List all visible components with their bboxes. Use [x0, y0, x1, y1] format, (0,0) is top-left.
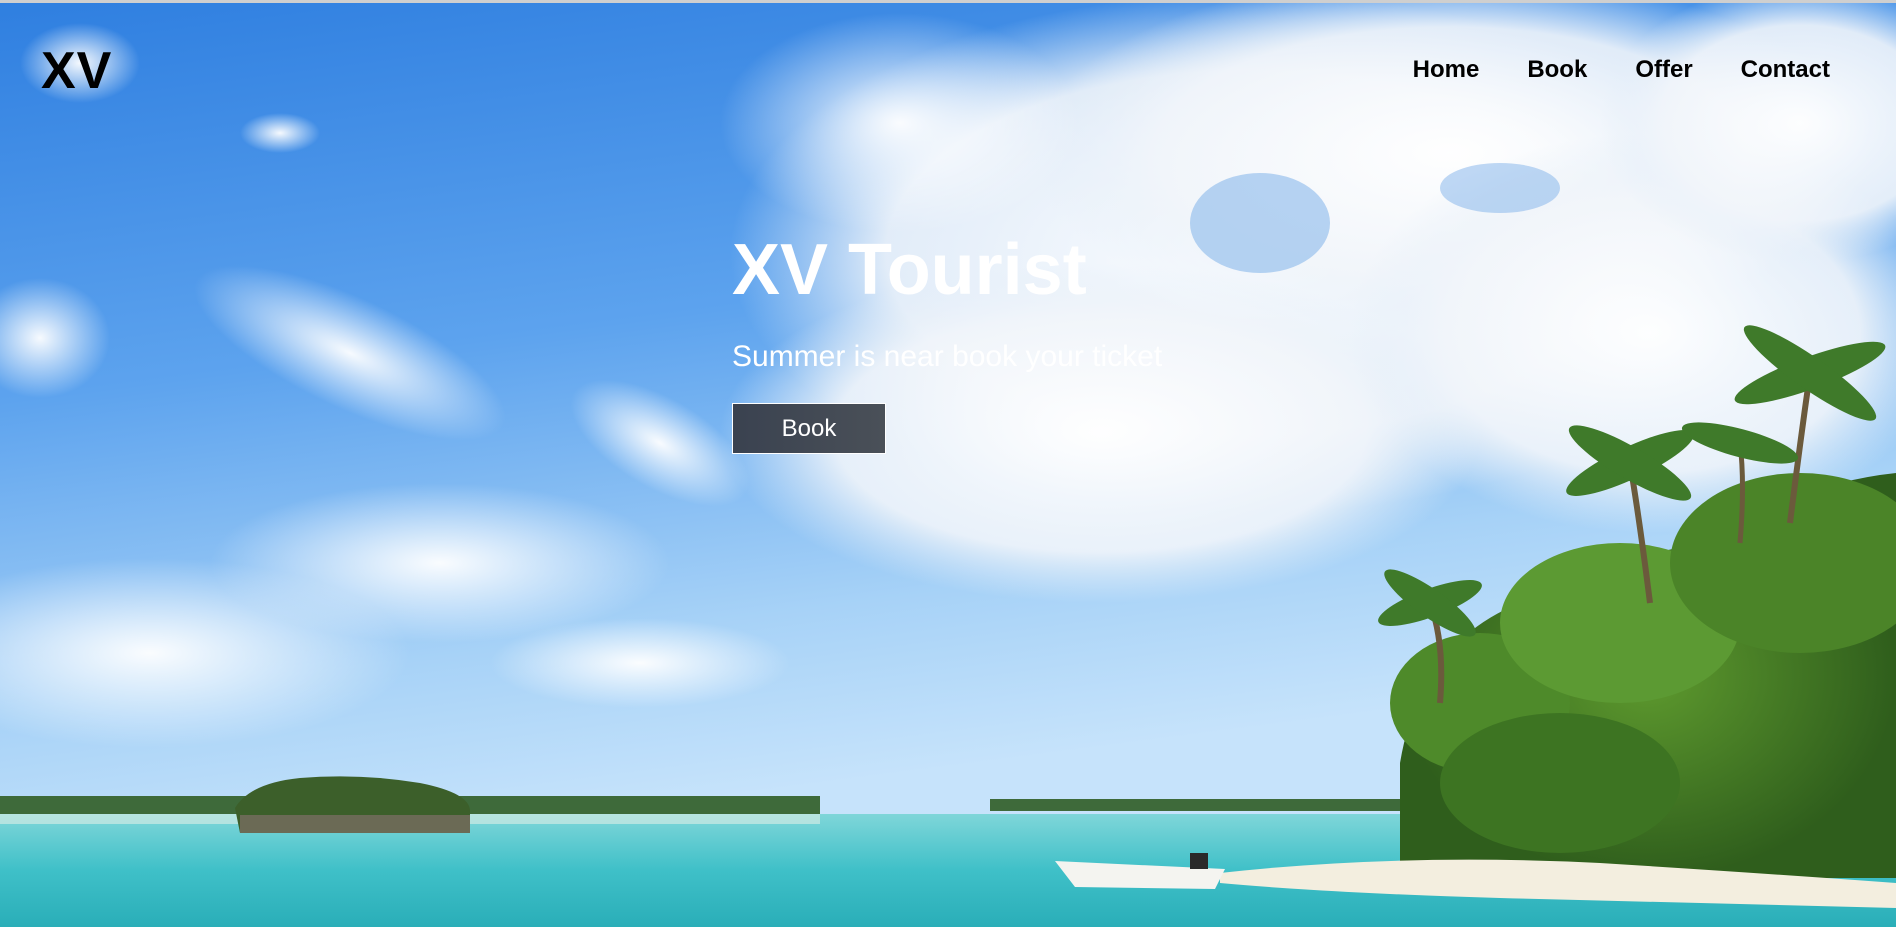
main-nav: Home Book Offer Contact: [1365, 55, 1830, 85]
book-button[interactable]: Book: [732, 403, 886, 454]
nav-link-contact[interactable]: Contact: [1741, 55, 1830, 85]
nav-link-home[interactable]: Home: [1413, 55, 1480, 85]
landing-page: XV Home Book Offer Contact XV Tourist Su…: [0, 0, 1896, 927]
nav-link-book[interactable]: Book: [1527, 55, 1587, 85]
nav-link-offer[interactable]: Offer: [1635, 55, 1692, 85]
hero-section: XV Tourist Summer is near book your tick…: [732, 225, 1162, 454]
top-border: [0, 0, 1896, 3]
hero-subtitle: Summer is near book your ticket: [732, 340, 1163, 373]
site-logo[interactable]: XV: [41, 41, 112, 101]
site-header: XV Home Book Offer Contact: [0, 3, 1896, 133]
hero-title: XV Tourist: [732, 230, 1087, 310]
hero-background-image: [0, 3, 1896, 927]
